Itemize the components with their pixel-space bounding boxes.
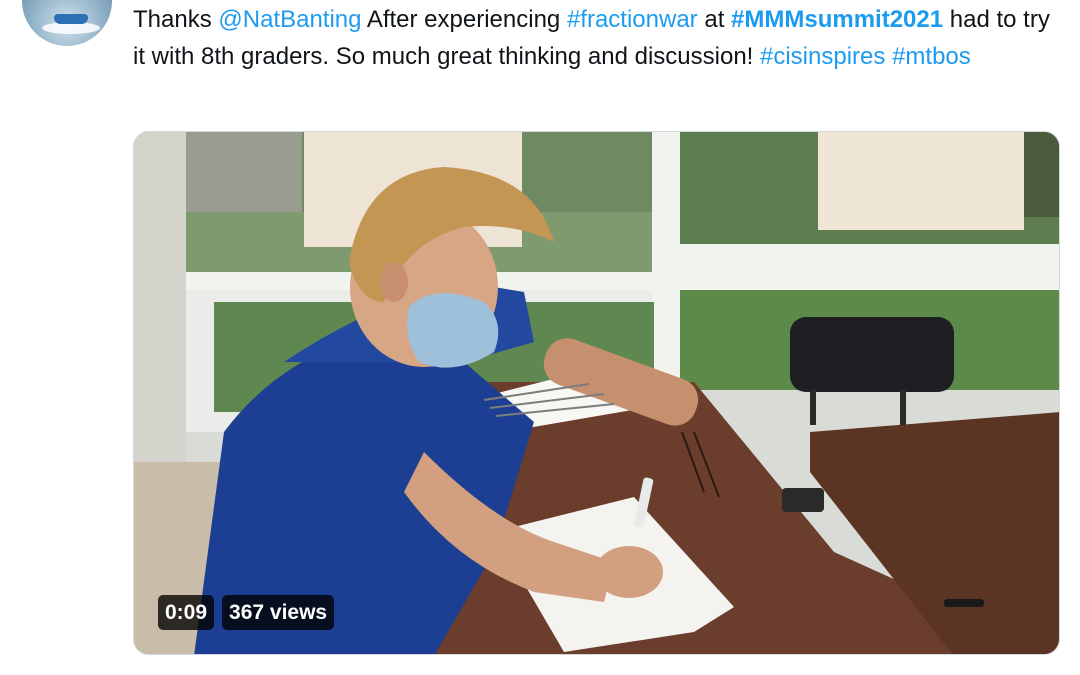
video-duration: 0:09 bbox=[158, 595, 215, 630]
tweet-text-segment: Thanks bbox=[133, 6, 219, 33]
tweet-text: Thanks @NatBanting After experiencing #f… bbox=[133, 2, 1053, 75]
profile-avatar[interactable] bbox=[22, 0, 112, 46]
video-view-count: 367 views bbox=[222, 595, 335, 630]
hashtag-cisinspires-link[interactable]: #cisinspires bbox=[760, 43, 885, 70]
hashtag-mtbos-link[interactable]: #mtbos bbox=[892, 43, 971, 70]
hashtag-mmmsummit2021-link[interactable]: #MMMsummit2021 bbox=[731, 6, 943, 33]
video-frame-image bbox=[134, 132, 1059, 654]
hashtag-fractionwar-link[interactable]: #fractionwar bbox=[567, 6, 698, 33]
video-stats-badge: 0:09 367 views bbox=[158, 595, 335, 630]
tweet-text-segment: at bbox=[697, 6, 732, 33]
tweet-text-segment: After experiencing bbox=[361, 6, 567, 33]
avatar-boat-graphic bbox=[54, 14, 88, 24]
video-player[interactable]: 0:09 367 views bbox=[133, 131, 1060, 655]
mention-natbanting-link[interactable]: @NatBanting bbox=[218, 6, 361, 33]
